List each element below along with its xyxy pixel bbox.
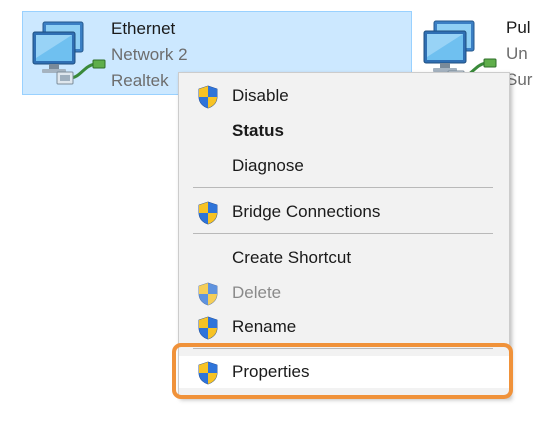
adapter-name: Pul <box>506 18 531 37</box>
menu-item-bridge-connections[interactable]: Bridge Connections <box>179 196 509 228</box>
menu-separator <box>193 187 493 188</box>
adapter-device: Realtek <box>111 71 169 90</box>
adapter-network: Un <box>506 44 528 63</box>
menu-item-status[interactable]: Status <box>179 115 509 147</box>
menu-item-disable[interactable]: Disable <box>179 80 509 112</box>
menu-item-label: Rename <box>232 317 297 336</box>
adapter-name: Ethernet <box>111 19 176 38</box>
uac-shield-icon <box>197 316 219 340</box>
menu-item-label: Disable <box>232 86 289 105</box>
menu-item-label: Create Shortcut <box>232 248 352 267</box>
desktop-stage: Ethernet Network 2 Realtek Pul Un Sur Di… <box>0 0 539 427</box>
menu-item-label: Delete <box>232 283 282 302</box>
adapter-text: Ethernet Network 2 Realtek <box>111 16 188 94</box>
menu-item-diagnose[interactable]: Diagnose <box>179 150 509 182</box>
uac-shield-icon <box>197 282 219 306</box>
network-adapter-icon <box>29 18 109 88</box>
uac-shield-icon <box>197 85 219 109</box>
menu-separator <box>193 233 493 234</box>
menu-item-label: Bridge Connections <box>232 202 381 221</box>
uac-shield-icon <box>197 201 219 225</box>
adapter-network: Network 2 <box>111 45 188 64</box>
menu-item-label: Status <box>232 121 284 140</box>
properties-highlight-outline <box>172 343 513 399</box>
menu-item-create-shortcut[interactable]: Create Shortcut <box>179 242 509 274</box>
menu-item-label: Diagnose <box>232 156 304 175</box>
menu-item-rename[interactable]: Rename <box>179 311 509 343</box>
menu-item-delete: Delete <box>179 277 509 309</box>
